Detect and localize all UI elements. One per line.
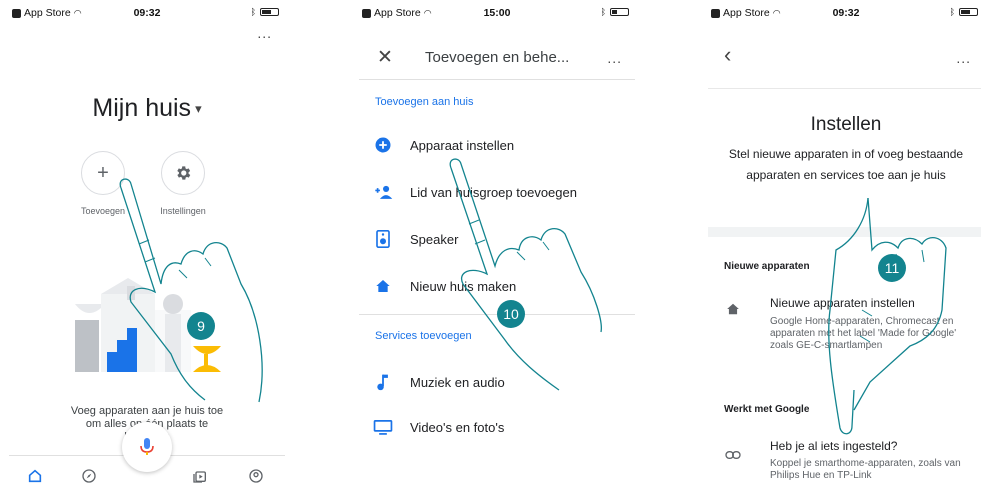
music-icon	[373, 372, 393, 392]
account-icon[interactable]	[247, 467, 265, 485]
setup-new-devices-item[interactable]: Nieuwe apparaten instellen Google Home-a…	[708, 294, 981, 374]
back-button[interactable]: ‹	[724, 42, 731, 68]
status-bar: App Store ◠ 09:32 ᛒ	[9, 4, 285, 22]
screen-mijn-huis: App Store ◠ 09:32 ᛒ ... Mijn huis ▾ + Toev…	[9, 4, 285, 495]
home-icon[interactable]	[26, 467, 44, 485]
step-badge: 11	[878, 254, 906, 282]
mic-icon	[140, 438, 154, 455]
status-bar: App Store ◠ 09:32 ᛒ	[708, 4, 981, 22]
settings-button-label: Instellingen	[160, 206, 206, 216]
bluetooth-icon: ᛒ	[949, 7, 955, 17]
menu-item-label: Muziek en audio	[410, 374, 505, 390]
bluetooth-icon: ᛒ	[250, 7, 256, 17]
header-title: Toevoegen en behe...	[425, 49, 570, 66]
bluetooth-icon: ᛒ	[600, 7, 606, 17]
item-title: Nieuwe apparaten instellen	[770, 296, 915, 310]
battery-icon	[610, 8, 629, 16]
menu-item-speaker[interactable]: Speaker	[359, 219, 635, 259]
speaker-icon	[373, 229, 393, 249]
status-time: 09:32	[832, 7, 860, 19]
menu-item-label: Apparaat instellen	[410, 137, 515, 153]
section-spacer	[708, 227, 981, 237]
plus-icon: +	[97, 161, 109, 184]
home-title-dropdown[interactable]: Mijn huis ▾	[9, 94, 285, 123]
menu-item-label: Video's en foto's	[410, 419, 505, 435]
home-icon	[724, 300, 742, 318]
add-circle-icon	[373, 135, 393, 155]
menu-item-label: Lid van huisgroep toevoegen	[410, 184, 577, 200]
menu-item-label: Speaker	[410, 231, 459, 247]
section-label-new-devices: Nieuwe apparaten	[724, 261, 810, 272]
screen-instellen: App Store ◠ 09:32 ᛒ ‹ ... Instellen Stel …	[708, 4, 981, 495]
chevron-down-icon: ▾	[195, 101, 202, 117]
menu-item-add-member[interactable]: Lid van huisgroep toevoegen	[359, 172, 635, 212]
menu-item-video-photos[interactable]: Video's en foto's	[359, 407, 635, 447]
step-badge: 9	[187, 312, 215, 340]
screen-toevoegen-en-beheren: App Store ◠ 15:00 ᛒ ✕ Toevoegen en behe..…	[359, 4, 635, 495]
menu-item-setup-device[interactable]: Apparaat instellen	[359, 125, 635, 165]
page-title: Mijn huis	[92, 94, 192, 122]
more-menu-button[interactable]: ...	[257, 25, 272, 41]
app-header: ✕ Toevoegen en behe...	[359, 40, 635, 80]
media-icon[interactable]	[191, 467, 209, 485]
item-description: Koppel je smarthome-apparaten, zoals van…	[770, 458, 961, 481]
link-existing-item[interactable]: Heb je al iets ingesteld? Koppel je smar…	[708, 437, 981, 493]
section-label-works-with-google: Werkt met Google	[724, 404, 810, 415]
section-label-services: Services toevoegen	[375, 330, 472, 342]
status-bar: App Store ◠ 15:00 ᛒ	[359, 4, 635, 22]
explore-icon[interactable]	[80, 467, 98, 485]
page-title: Instellen	[810, 114, 882, 135]
add-person-icon	[373, 182, 393, 202]
item-description: Google Home-apparaten, Chromecast en app…	[770, 316, 957, 351]
header-divider	[708, 88, 981, 89]
gear-icon	[177, 166, 191, 180]
add-button[interactable]: +	[81, 151, 125, 195]
more-menu-button[interactable]: ...	[607, 50, 622, 66]
intro-text: Stel nieuwe apparaten in of voeg bestaan…	[728, 147, 964, 182]
settings-button[interactable]	[161, 151, 205, 195]
assistant-mic-button[interactable]	[122, 422, 172, 472]
add-button-label: Toevoegen	[80, 206, 126, 216]
battery-icon	[260, 8, 279, 16]
menu-item-music-audio[interactable]: Muziek en audio	[359, 362, 635, 402]
status-time: 09:32	[133, 7, 161, 19]
status-time: 15:00	[483, 7, 511, 19]
close-icon[interactable]: ✕	[377, 46, 393, 69]
menu-item-new-home[interactable]: Nieuw huis maken	[359, 266, 635, 306]
tv-icon	[373, 417, 393, 437]
menu-item-label: Nieuw huis maken	[410, 278, 517, 294]
battery-icon	[959, 8, 978, 16]
home-icon	[373, 276, 393, 296]
item-title: Heb je al iets ingesteld?	[770, 439, 898, 453]
step-badge: 10	[497, 300, 525, 328]
section-label-add: Toevoegen aan huis	[375, 96, 474, 108]
link-icon	[724, 446, 742, 464]
more-menu-button[interactable]: ...	[956, 50, 971, 66]
